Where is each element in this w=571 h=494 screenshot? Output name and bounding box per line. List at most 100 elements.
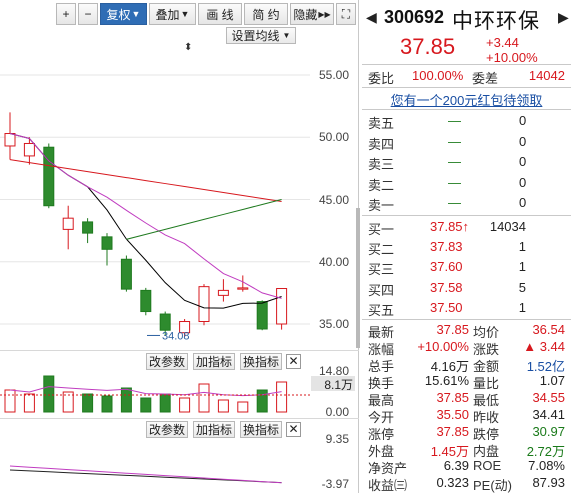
sell-row: 卖四 — 0 <box>362 134 571 152</box>
candle-body <box>62 217 74 230</box>
buy-row: 买四 37.58 5 <box>362 280 571 298</box>
order-volume: 14034 <box>489 219 526 234</box>
stat-value: 37.85 <box>436 322 469 337</box>
volume-bar <box>179 397 191 413</box>
order-label: 卖五 <box>368 116 395 131</box>
stat-label: ROE <box>473 458 502 473</box>
order-label: 卖一 <box>368 198 395 213</box>
stat-value: 30.97 <box>532 424 565 439</box>
order-price: — <box>448 133 461 149</box>
divider <box>362 64 571 65</box>
vol-close-icon[interactable]: ✕ <box>286 354 301 369</box>
stat-value: 37.85 <box>436 390 469 405</box>
vol-switch-indicator-button[interactable]: 换指标 <box>240 353 282 370</box>
order-price: — <box>448 174 461 190</box>
stat-value: +10.00% <box>417 339 469 354</box>
volume-bar <box>101 395 113 413</box>
next-stock-icon[interactable]: ▶ <box>558 9 569 26</box>
promo-link[interactable]: 您有一个200元红包待领取 <box>362 90 571 109</box>
vol-y-bot: 0.00 <box>325 405 349 419</box>
stat-value: 36.54 <box>532 322 565 337</box>
stat-label: 收益㈢ <box>368 478 408 493</box>
vol-y-mid: 8.1万 <box>311 376 355 392</box>
latest-price: 37.85 <box>400 34 456 59</box>
stat-row: 净资产 6.39 ROE 7.08% <box>362 458 571 476</box>
volume-bar <box>43 375 55 413</box>
candlestick-chart[interactable]: 34.08 <box>0 0 359 493</box>
stock-name: 中环环保 <box>452 10 540 33</box>
order-price: — <box>448 195 461 210</box>
candle-body <box>4 133 16 147</box>
stat-value: 6.39 <box>443 458 469 473</box>
macd-close-icon[interactable]: ✕ <box>286 422 301 437</box>
vol-add-indicator-button[interactable]: 加指标 <box>193 353 235 370</box>
volume-bar <box>82 393 94 413</box>
panel-resize-handle[interactable] <box>356 208 360 348</box>
weicha-label: 委差 <box>472 71 499 86</box>
candle-body <box>43 146 55 207</box>
price-change: +3.44 +10.00% <box>486 35 538 65</box>
stat-label: PE(动) <box>473 478 513 493</box>
volume-bar <box>140 397 152 413</box>
buy-row: 买二 37.83 1 <box>362 239 571 257</box>
stat-value: 15.61% <box>424 373 469 388</box>
candle-body <box>198 286 210 323</box>
macd-add-indicator-button[interactable]: 加指标 <box>193 421 235 438</box>
volume-bar <box>198 383 210 413</box>
stat-value: 87.93 <box>532 475 565 490</box>
order-label: 买五 <box>368 302 395 318</box>
order-volume: 1 <box>518 259 526 275</box>
stat-value: 35.50 <box>436 407 469 422</box>
candle-body <box>159 313 171 331</box>
order-volume: 5 <box>518 279 526 295</box>
stock-code: 300692 <box>384 7 445 27</box>
stat-row: 今开 35.50 昨收 34.41 <box>362 407 571 425</box>
stat-row: 总手 4.16万 金额 1.52亿 <box>362 356 571 374</box>
order-volume: 1 <box>518 239 526 255</box>
stat-value: 34.41 <box>532 407 565 422</box>
candle-body <box>82 221 94 234</box>
ma60-line <box>126 199 282 240</box>
volume-bar <box>4 389 16 413</box>
stat-row: 外盘 1.45万 内盘 2.72万 <box>362 441 571 459</box>
buy-row: 买一 37.85↑ 14034 <box>362 219 571 237</box>
order-volume: 0 <box>519 174 527 190</box>
sell-row: 卖二 — 0 <box>362 175 571 193</box>
stat-value: 1.07 <box>539 373 565 388</box>
stat-value: 7.08% <box>528 458 565 473</box>
buy-row: 买五 37.50 1 <box>362 300 571 318</box>
volume-bar <box>276 381 288 413</box>
order-price: 37.58 <box>430 279 463 295</box>
quote-panel: ◀ 300692 中环环保 ▶ 37.85 +3.44 +10.00% 委比 1… <box>362 0 571 493</box>
volume-bar <box>120 387 132 413</box>
volume-bar <box>159 393 171 413</box>
macd-y-bot: -3.97 <box>321 477 349 491</box>
sell-row: 卖三 — 0 <box>362 154 571 172</box>
stock-title-row: ◀ 300692 中环环保 ▶ <box>362 4 571 33</box>
weicha-value: 14042 <box>528 68 565 83</box>
order-price: 37.83 <box>430 239 463 255</box>
volume-bar <box>217 399 229 413</box>
weibi-row: 委比 100.00% 委差 14042 <box>362 68 571 86</box>
candle-body <box>276 288 288 325</box>
candle-body <box>217 289 229 296</box>
divider <box>362 109 571 110</box>
macd-switch-indicator-button[interactable]: 换指标 <box>240 421 282 438</box>
macd-change-params-button[interactable]: 改参数 <box>146 421 188 438</box>
order-price: 37.60 <box>430 259 463 275</box>
order-price: 37.85↑ <box>430 219 470 234</box>
change-value: +3.44 <box>486 35 519 50</box>
buy-row: 买三 37.60 1 <box>362 259 571 277</box>
order-volume: 0 <box>519 154 527 169</box>
chart-area: + − 复权 ▼ 叠加 ▼ 画 线 简 约 隐藏 ▶▶ ⛶ ⬍ 设置均线 ▼ 55.00… <box>0 0 360 493</box>
order-volume: 0 <box>519 195 527 210</box>
sell-row: 卖一 — 0 <box>362 195 571 213</box>
prev-stock-icon[interactable]: ◀ <box>366 9 377 26</box>
candle-body <box>237 287 249 290</box>
vol-change-params-button[interactable]: 改参数 <box>146 353 188 370</box>
volume-bar <box>23 393 35 413</box>
price-row: 37.85 +3.44 +10.00% <box>362 32 571 65</box>
order-price: — <box>448 154 461 169</box>
candle-body <box>140 289 152 313</box>
candle-body <box>120 258 132 290</box>
